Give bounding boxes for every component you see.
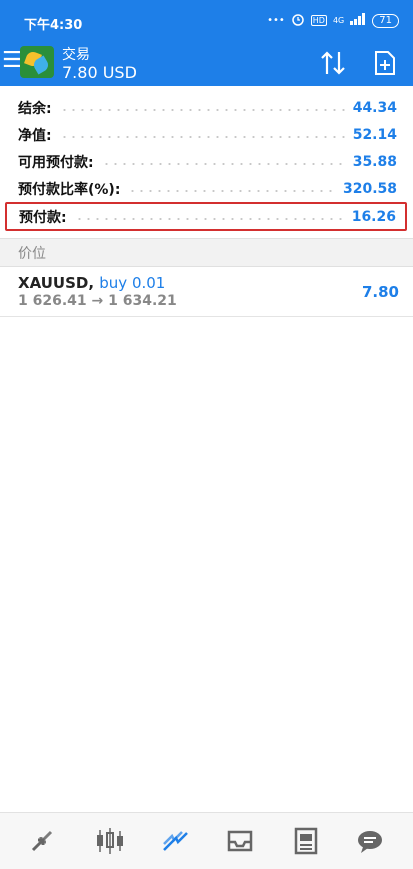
status-time: 下午4:30 (24, 18, 83, 33)
summary-value: 35.88 (352, 153, 397, 170)
summary-row-margin-level: 预付款比率(%): 320.58 (0, 175, 413, 202)
hd-badge: HD (310, 15, 327, 26)
app-header: ☰ 交易 7.80 USD (0, 44, 413, 86)
trade-icon (163, 831, 188, 851)
news-icon (294, 827, 318, 855)
battery-indicator: 71 (372, 13, 399, 28)
header-balance: 7.80 USD (62, 63, 137, 82)
new-order-button[interactable] (370, 48, 400, 78)
position-profit: 7.80 (361, 283, 399, 301)
summary-label: 可用预付款: (18, 154, 94, 171)
summary-row-equity: 净值: 52.14 (0, 121, 413, 148)
signal-icon (350, 13, 366, 28)
position-direction: buy 0.01 (99, 274, 166, 292)
position-prices: 1 626.41 → 1 634.21 (18, 293, 177, 309)
summary-value: 44.34 (352, 99, 397, 116)
account-summary: 结余: 44.34 净值: 52.14 可用预付款: 35.88 预付款比率(%… (0, 94, 413, 231)
page-title: 交易 (62, 47, 90, 63)
dotted-leader (59, 108, 345, 111)
status-bar: 下午4:30 ••• HD 4G 71 (0, 0, 413, 44)
nav-chart[interactable] (90, 823, 130, 859)
bottom-navigation (0, 812, 413, 869)
summary-value: 320.58 (342, 180, 397, 197)
app-logo (20, 46, 54, 78)
status-icons: ••• HD 4G 71 (267, 12, 399, 29)
nav-trade[interactable] (156, 823, 196, 859)
summary-label: 结余: (18, 100, 52, 117)
summary-label: 预付款比率(%): (18, 181, 121, 198)
notification-dots: ••• (267, 15, 285, 26)
nav-quotes[interactable] (22, 823, 62, 859)
chart-icon (97, 828, 123, 854)
alarm-icon (291, 12, 305, 29)
section-title: 价位 (18, 245, 46, 262)
dotted-leader (59, 135, 345, 138)
summary-label: 预付款: (19, 209, 67, 226)
dotted-leader (101, 162, 345, 165)
sort-button[interactable] (316, 48, 350, 78)
summary-label: 净值: (18, 127, 52, 144)
positions-section-header: 价位 (0, 238, 413, 267)
summary-row-balance: 结余: 44.34 (0, 94, 413, 121)
new-document-icon (375, 51, 395, 75)
summary-row-margin: 预付款: 16.26 (5, 202, 407, 231)
summary-row-free-margin: 可用预付款: 35.88 (0, 148, 413, 175)
summary-value: 52.14 (352, 126, 397, 143)
nav-history[interactable] (220, 823, 260, 859)
dotted-leader (74, 217, 344, 220)
nav-messages[interactable] (350, 823, 390, 859)
summary-value: 16.26 (351, 208, 396, 225)
network-type: 4G (332, 16, 345, 25)
menu-icon[interactable]: ☰ (2, 50, 22, 72)
dotted-leader (128, 189, 335, 192)
history-icon (227, 830, 253, 852)
quotes-icon (31, 830, 53, 852)
position-symbol-line: XAUUSD, buy 0.01 (18, 274, 165, 292)
position-row[interactable]: XAUUSD, buy 0.01 1 626.41 → 1 634.21 7.8… (0, 266, 413, 317)
sort-icon (321, 51, 345, 75)
messages-icon (358, 831, 382, 853)
nav-news[interactable] (286, 823, 326, 859)
position-symbol: XAUUSD, (18, 274, 95, 292)
